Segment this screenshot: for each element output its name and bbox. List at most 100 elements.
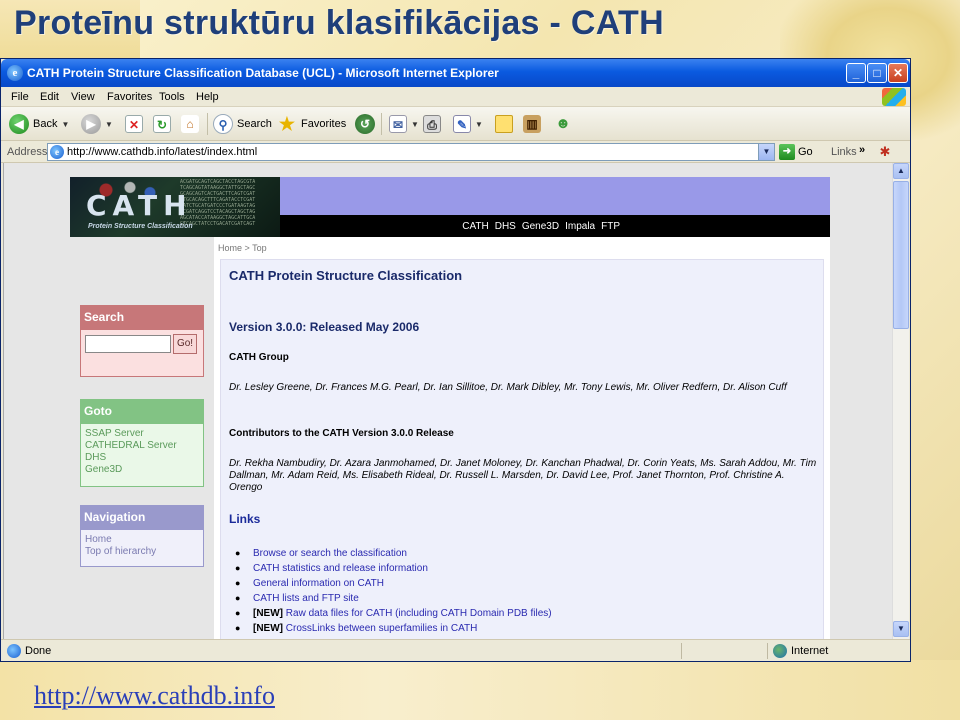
nav-link-cath[interactable]: CATH <box>462 221 488 232</box>
toolbar: ◀ Back ▼ ▶ ▼ ✕ ↻ ⌂ ⚲ Search ★ Favorites … <box>1 107 910 141</box>
status-text: Done <box>25 645 52 657</box>
favorites-label: Favorites <box>301 118 347 130</box>
home-button[interactable]: ⌂ <box>181 113 199 135</box>
search-button[interactable]: ⚲ Search <box>213 113 272 135</box>
goto-link-cathedral[interactable]: CATHEDRAL Server <box>85 440 199 452</box>
page-icon: e <box>50 145 64 159</box>
goto-panel-title: Goto <box>80 399 204 423</box>
stop-button[interactable]: ✕ <box>125 113 143 135</box>
group-members: Dr. Lesley Greene, Dr. Frances M.G. Pear… <box>229 382 787 393</box>
goto-panel: Goto SSAP Server CATHEDRAL Server DHS Ge… <box>80 399 204 487</box>
link-crosslinks[interactable]: CrossLinks between superfamilies in CATH <box>286 623 478 634</box>
forward-arrow-icon: ▶ <box>81 114 101 134</box>
cath-top-nav: CATH DHS Gene3D Impala FTP <box>280 215 830 237</box>
edit-icon: ✎ <box>453 115 471 133</box>
contributors-heading: Contributors to the CATH Version 3.0.0 R… <box>229 428 454 439</box>
print-button[interactable]: ⎙ <box>423 113 441 135</box>
back-dropdown-icon[interactable]: ▼ <box>61 120 69 129</box>
browser-window: e CATH Protein Structure Classification … <box>0 58 911 662</box>
window-title: CATH Protein Structure Classification Da… <box>27 66 499 80</box>
menu-view[interactable]: View <box>71 91 95 103</box>
links-chevron-icon[interactable]: » <box>859 144 865 156</box>
discuss-button[interactable] <box>495 113 513 135</box>
menu-help[interactable]: Help <box>196 91 219 103</box>
link-general-info[interactable]: General information on CATH <box>253 578 384 589</box>
search-label: Search <box>237 118 272 130</box>
back-arrow-icon: ◀ <box>9 114 29 134</box>
breadcrumb[interactable]: Home > Top <box>218 243 267 253</box>
minimize-button[interactable]: _ <box>846 63 866 83</box>
go-button[interactable]: ➜ Go <box>779 144 813 160</box>
header-strip <box>280 177 830 215</box>
title-bar[interactable]: e CATH Protein Structure Classification … <box>1 59 910 87</box>
back-button[interactable]: ◀ Back ▼ <box>9 113 69 135</box>
links-toolbar-label[interactable]: Links <box>831 146 857 158</box>
new-badge: [NEW] <box>253 623 283 634</box>
nav-link-dhs[interactable]: DHS <box>495 221 516 232</box>
goto-panel-body: SSAP Server CATHEDRAL Server DHS Gene3D <box>80 423 204 487</box>
link-raw-data[interactable]: Raw data files for CATH (including CATH … <box>286 608 552 619</box>
nav-link-impala[interactable]: Impala <box>565 221 595 232</box>
forward-button[interactable]: ▶ ▼ <box>81 113 113 135</box>
cath-logo-text: CATH <box>86 189 193 222</box>
refresh-button[interactable]: ↻ <box>153 113 171 135</box>
address-bar: Address e http://www.cathdb.info/latest/… <box>1 141 910 163</box>
menu-file[interactable]: File <box>11 91 29 103</box>
goto-link-ssap[interactable]: SSAP Server <box>85 428 199 440</box>
forward-dropdown-icon[interactable]: ▼ <box>105 120 113 129</box>
links-list: ● Browse or search the classification ● CA… <box>235 546 552 636</box>
scroll-up-icon[interactable]: ▲ <box>893 163 909 179</box>
address-input[interactable]: e http://www.cathdb.info/latest/index.ht… <box>47 143 775 161</box>
scroll-down-icon[interactable]: ▼ <box>893 621 909 637</box>
research-button[interactable]: ▥ <box>523 113 541 135</box>
cath-logo[interactable]: ACGATGCAGTCAGCTACCTAGCGTA TCAGCAGTATAAGG… <box>70 177 280 237</box>
cathdb-url-link[interactable]: http://www.cathdb.info <box>34 681 275 711</box>
favorites-button[interactable]: ★ Favorites <box>277 113 346 135</box>
mail-button[interactable]: ✉ ▼ <box>389 113 419 135</box>
menu-favorites[interactable]: Favorites <box>107 91 152 103</box>
scroll-thumb[interactable] <box>893 181 909 329</box>
navigation-panel: Navigation Home Top of hierarchy <box>80 505 204 567</box>
history-icon: ↺ <box>355 114 375 134</box>
mail-dropdown-icon[interactable]: ▼ <box>411 120 419 129</box>
page-done-icon <box>7 644 21 658</box>
menu-bar: File Edit View Favorites Tools Help <box>1 87 910 107</box>
edit-dropdown-icon[interactable]: ▼ <box>475 120 483 129</box>
link-ftp[interactable]: CATH lists and FTP site <box>253 593 359 604</box>
cath-search-input[interactable] <box>85 335 171 353</box>
research-icon: ▥ <box>523 115 541 133</box>
edit-button[interactable]: ✎ ▼ <box>453 113 483 135</box>
navigation-panel-title: Navigation <box>80 505 204 529</box>
status-divider <box>767 643 768 659</box>
goto-link-dhs[interactable]: DHS <box>85 452 199 464</box>
cath-search-go-button[interactable]: Go! <box>173 334 197 354</box>
nav-link-gene3d[interactable]: Gene3D <box>522 221 559 232</box>
cath-header: ACGATGCAGTCAGCTACCTAGCGTA TCAGCAGTATAAGG… <box>70 177 830 237</box>
nav-link-home[interactable]: Home <box>85 534 199 546</box>
close-button[interactable]: ✕ <box>888 63 908 83</box>
address-label: Address <box>7 146 48 158</box>
group-heading: CATH Group <box>229 352 289 363</box>
navigation-panel-body: Home Top of hierarchy <box>80 529 204 567</box>
new-badge: [NEW] <box>253 608 283 619</box>
goto-link-gene3d[interactable]: Gene3D <box>85 464 199 476</box>
nav-link-ftp[interactable]: FTP <box>601 221 620 232</box>
list-item: ● [NEW] Raw data files for CATH (includin… <box>235 608 552 619</box>
links-heading: Links <box>229 512 261 526</box>
tools-icon[interactable]: ✱ <box>877 144 893 160</box>
search-panel-body: Go! <box>80 329 204 377</box>
menu-tools[interactable]: Tools <box>159 91 185 103</box>
link-statistics[interactable]: CATH statistics and release information <box>253 563 428 574</box>
address-dropdown-icon[interactable]: ▼ <box>758 144 774 160</box>
messenger-icon: ☻ <box>555 115 571 132</box>
home-icon: ⌂ <box>181 115 199 133</box>
messenger-button[interactable]: ☻ <box>553 113 573 135</box>
maximize-button[interactable]: □ <box>867 63 887 83</box>
vertical-scrollbar[interactable]: ▲ ▼ <box>892 163 909 639</box>
menu-edit[interactable]: Edit <box>40 91 59 103</box>
print-icon: ⎙ <box>423 115 441 133</box>
nav-link-top-of-hierarchy[interactable]: Top of hierarchy <box>85 546 199 558</box>
windows-logo-icon <box>882 88 906 106</box>
link-browse[interactable]: Browse or search the classification <box>253 548 407 559</box>
history-button[interactable]: ↺ <box>355 113 375 135</box>
